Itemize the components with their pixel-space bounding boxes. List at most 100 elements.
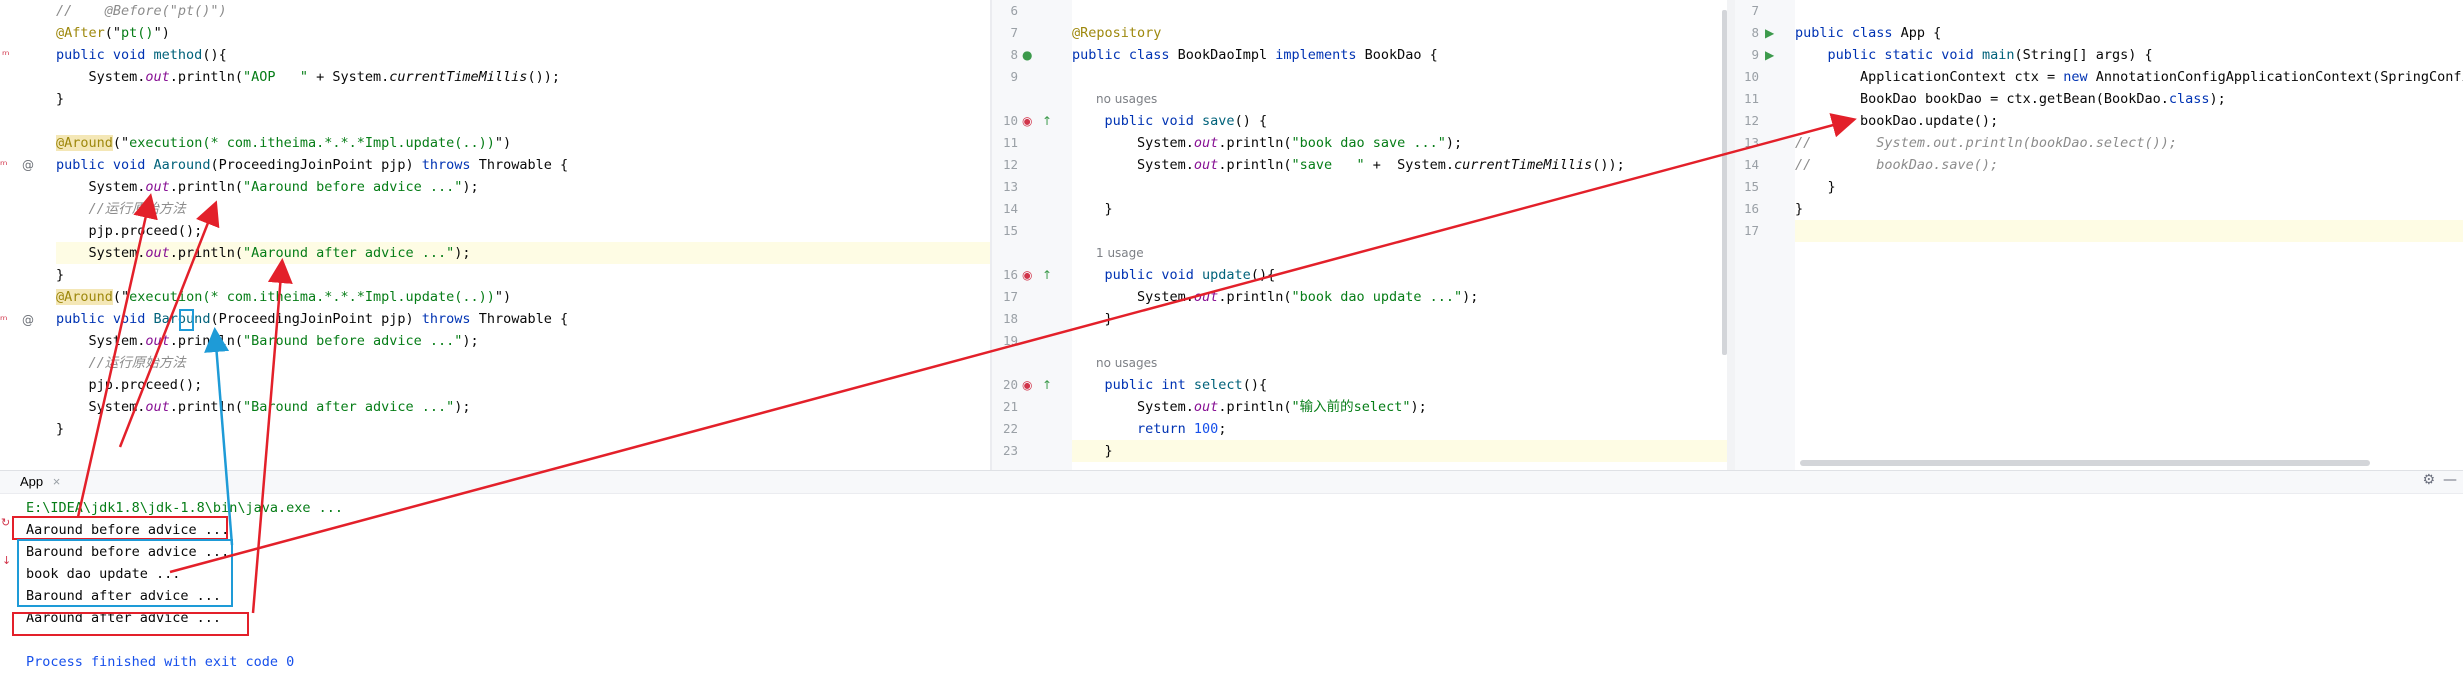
aop-method-icon[interactable]: ᵐ [0,313,7,327]
line-number[interactable]: 13 [992,176,1018,198]
line-number[interactable]: 10 [1735,66,1759,88]
code-line[interactable]: System.out.println("Aaround after advice… [56,242,990,264]
code-line[interactable]: System.out.println("Baround after advice… [56,396,990,418]
code-line[interactable] [1072,176,1727,198]
line-number[interactable]: 9 [992,66,1018,88]
run-icon[interactable]: ▶ [1765,26,1774,40]
line-number[interactable]: 11 [1735,88,1759,110]
bean-icon[interactable]: ● [1022,48,1032,62]
editor-divider[interactable] [1727,0,1735,470]
at-symbol-icon[interactable]: @ [22,313,34,327]
line-number[interactable]: 19 [992,330,1018,352]
aop-advice-icon[interactable]: ◉ [1022,268,1032,282]
code-line[interactable] [1795,220,2463,242]
aop-advice-icon[interactable]: ◉ [1022,378,1032,392]
code-line[interactable] [1072,0,1727,22]
code-line[interactable]: System.out.println("book dao save ..."); [1072,132,1727,154]
code-line[interactable]: public static void main(String[] args) { [1795,44,2463,66]
left-editor[interactable]: // @Before("pt()") @After("pt()") public v… [52,0,990,470]
code-line[interactable]: System.out.println("输入前的select"); [1072,396,1727,418]
code-line[interactable]: public int select(){ [1072,374,1727,396]
aop-advice-icon[interactable]: ◉ [1022,114,1032,128]
usage-hint[interactable]: 1 usage [1072,242,1727,264]
line-number[interactable]: 15 [992,220,1018,242]
line-number[interactable]: 14 [992,198,1018,220]
code-line[interactable]: System.out.println("save " + System.curr… [1072,154,1727,176]
line-number[interactable]: 8 [1735,22,1759,44]
code-line[interactable]: public void Baround(ProceedingJoinPoint … [56,308,990,330]
right-editor[interactable]: public class App { public static void ma… [1795,0,2463,470]
code-line[interactable]: @Around("execution(* com.itheima.*.*.*Im… [56,132,990,154]
close-icon[interactable]: × [53,474,61,489]
code-line[interactable]: // System.out.println(bookDao.select()); [1795,132,2463,154]
implements-icon[interactable]: ↑ [1042,268,1052,282]
code-line[interactable] [1072,330,1727,352]
code-line[interactable]: @After("pt()") [56,22,990,44]
line-number[interactable]: 10 [992,110,1018,132]
code-line[interactable]: return 100; [1072,418,1727,440]
usage-hint[interactable]: no usages [1072,352,1727,374]
line-number[interactable]: 12 [1735,110,1759,132]
line-number[interactable]: 22 [992,418,1018,440]
code-line[interactable]: //运行原始方法 [56,198,990,220]
code-line[interactable]: System.out.println("Aaround before advic… [56,176,990,198]
middle-editor[interactable]: @Repository public class BookDaoImpl impl… [1072,0,1727,470]
gear-icon[interactable]: ⚙ [2422,472,2435,488]
vertical-scrollbar[interactable] [1722,10,1727,355]
line-number[interactable]: 14 [1735,154,1759,176]
code-line[interactable] [1795,0,2463,22]
code-line[interactable]: System.out.println("book dao update ..."… [1072,286,1727,308]
at-symbol-icon[interactable]: @ [22,158,34,172]
line-number[interactable]: 15 [1735,176,1759,198]
line-number[interactable]: 16 [992,264,1018,286]
code-line[interactable]: // bookDao.save(); [1795,154,2463,176]
code-line[interactable]: public void update(){ [1072,264,1727,286]
line-number[interactable]: 20 [992,374,1018,396]
code-line[interactable]: public void method(){ [56,44,990,66]
code-line[interactable] [1072,220,1727,242]
horizontal-scrollbar[interactable] [1800,460,2370,466]
aop-method-icon[interactable]: ᵐ [0,158,7,172]
code-line[interactable]: //运行原始方法 [56,352,990,374]
code-line[interactable]: } [1795,176,2463,198]
line-number[interactable]: 17 [1735,220,1759,242]
code-line[interactable]: // @Before("pt()") [56,0,990,22]
code-line[interactable]: } [1072,198,1727,220]
code-line[interactable]: } [1072,308,1727,330]
minimize-icon[interactable]: — [2443,472,2457,488]
code-line[interactable]: } [56,264,990,286]
code-line[interactable]: System.out.println("Baround before advic… [56,330,990,352]
line-number[interactable]: 6 [992,0,1018,22]
run-tab-app[interactable]: App × [20,471,60,493]
usage-hint[interactable]: no usages [1072,88,1727,110]
code-line[interactable]: public void Aaround(ProceedingJoinPoint … [56,154,990,176]
line-number[interactable]: 23 [992,440,1018,462]
run-icon[interactable]: ▶ [1765,48,1774,62]
line-number[interactable]: 21 [992,396,1018,418]
code-line[interactable]: BookDao bookDao = ctx.getBean(BookDao.cl… [1795,88,2463,110]
line-number[interactable]: 9 [1735,44,1759,66]
code-line[interactable]: bookDao.update(); [1795,110,2463,132]
line-number[interactable]: 18 [992,308,1018,330]
line-number[interactable]: 8 [992,44,1018,66]
implements-icon[interactable]: ↑ [1042,378,1052,392]
code-line[interactable]: public void save() { [1072,110,1727,132]
code-line[interactable]: ApplicationContext ctx = new AnnotationC… [1795,66,2463,88]
line-number[interactable]: 11 [992,132,1018,154]
code-line[interactable]: public class App { [1795,22,2463,44]
code-line[interactable]: pjp.proceed(); [56,374,990,396]
code-line[interactable]: @Repository [1072,22,1727,44]
implements-icon[interactable]: ↑ [1042,114,1052,128]
line-number[interactable]: 7 [992,22,1018,44]
code-line[interactable]: } [56,88,990,110]
code-line[interactable]: pjp.proceed(); [56,220,990,242]
line-number[interactable]: 17 [992,286,1018,308]
code-line[interactable]: } [1072,440,1727,462]
line-number[interactable]: 7 [1735,0,1759,22]
line-number[interactable]: 13 [1735,132,1759,154]
code-line[interactable] [56,110,990,132]
code-line[interactable]: } [1795,198,2463,220]
code-line[interactable]: } [56,418,990,440]
code-line[interactable]: System.out.println("AOP " + System.curre… [56,66,990,88]
code-line[interactable]: @Around("execution(* com.itheima.*.*.*Im… [56,286,990,308]
